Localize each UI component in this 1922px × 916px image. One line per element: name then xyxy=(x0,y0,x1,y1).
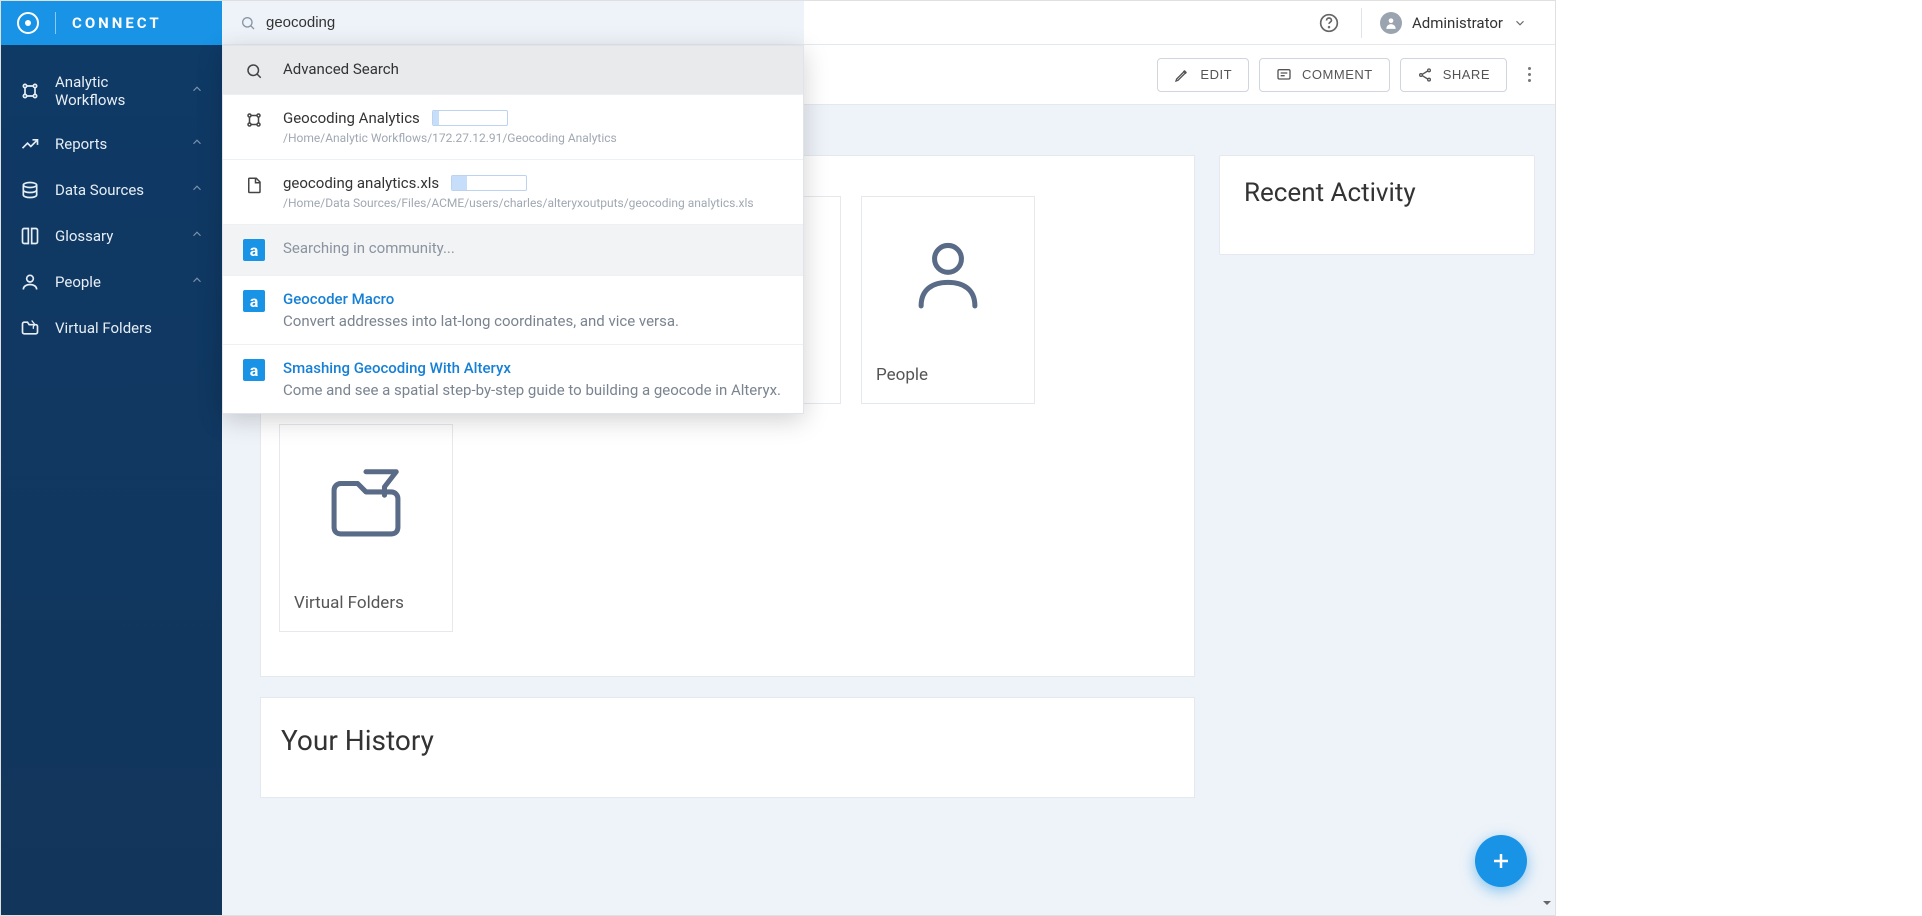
dropdown-item-desc: Convert addresses into lat-long coordina… xyxy=(283,312,783,330)
dropdown-community-result[interactable]: a Smashing Geocoding With Alteryx Come a… xyxy=(223,345,803,413)
dropdown-item-title: Geocoding Analytics xyxy=(283,109,783,127)
recent-activity-title: Recent Activity xyxy=(1244,178,1510,208)
trend-icon xyxy=(19,133,41,155)
help-icon xyxy=(1319,13,1339,33)
pencil-icon xyxy=(1174,67,1190,83)
comment-label: COMMENT xyxy=(1302,67,1373,82)
edit-button[interactable]: EDIT xyxy=(1157,58,1249,92)
comment-button[interactable]: COMMENT xyxy=(1259,58,1390,92)
tile-label: People xyxy=(862,351,1034,403)
dropdown-item-title: Geocoder Macro xyxy=(283,290,783,308)
chevron-up-icon xyxy=(190,273,204,291)
avatar-icon xyxy=(1380,12,1402,34)
sidebar-item-label: People xyxy=(55,273,176,291)
scroll-down-indicator[interactable] xyxy=(1541,894,1553,913)
topbar: Administrator xyxy=(222,1,1555,45)
dropdown-item-title: Advanced Search xyxy=(283,60,783,78)
person-icon xyxy=(19,271,41,293)
sidebar-item-label: Virtual Folders xyxy=(55,319,204,337)
dropdown-community-result[interactable]: a Geocoder Macro Convert addresses into … xyxy=(223,276,803,345)
person-icon xyxy=(862,197,1034,351)
sidebar-item-label: Reports xyxy=(55,135,176,153)
search-field[interactable] xyxy=(222,1,804,44)
history-panel: Your History xyxy=(260,697,1195,798)
dropdown-advanced-search[interactable]: Advanced Search xyxy=(223,46,803,95)
dropdown-item-path: /Home/Data Sources/Files/ACME/users/char… xyxy=(283,196,783,210)
share-icon xyxy=(1417,67,1433,83)
search-input[interactable] xyxy=(266,14,786,31)
chevron-down-icon xyxy=(1513,16,1527,30)
dropdown-result[interactable]: Geocoding Analytics /Home/Analytic Workf… xyxy=(223,95,803,160)
book-icon xyxy=(19,225,41,247)
sidebar-item-label: Analytic Workflows xyxy=(55,73,176,109)
workflow-icon xyxy=(243,109,265,129)
add-fab[interactable] xyxy=(1475,835,1527,887)
community-icon: a xyxy=(243,290,265,312)
help-button[interactable] xyxy=(1311,13,1347,33)
sidebar-item-analytic-workflows[interactable]: Analytic Workflows xyxy=(1,61,222,121)
community-icon: a xyxy=(243,359,265,381)
share-label: SHARE xyxy=(1443,67,1490,82)
sidebar-item-label: Glossary xyxy=(55,227,176,245)
user-name: Administrator xyxy=(1412,14,1503,32)
chevron-up-icon xyxy=(190,82,204,100)
main-area: Administrator EDIT COMMENT SHARE xyxy=(222,1,1555,915)
workflow-icon xyxy=(19,80,41,102)
tile-people[interactable]: People xyxy=(861,196,1035,404)
progress-bar xyxy=(451,175,527,191)
dropdown-item-title: Smashing Geocoding With Alteryx xyxy=(283,359,783,377)
dropdown-result[interactable]: geocoding analytics.xls /Home/Data Sourc… xyxy=(223,160,803,225)
sidebar-item-reports[interactable]: Reports xyxy=(1,121,222,167)
search-dropdown: Advanced Search Geocoding Analytics /Hom… xyxy=(222,45,804,414)
search-icon xyxy=(240,15,256,31)
sidebar-item-label: Data Sources xyxy=(55,181,176,199)
sidebar: CONNECT Analytic Workflows Reports Data … xyxy=(1,1,222,915)
comment-icon xyxy=(1276,67,1292,83)
user-menu[interactable]: Administrator xyxy=(1362,12,1545,34)
chevron-up-icon xyxy=(190,181,204,199)
edit-label: EDIT xyxy=(1200,67,1232,82)
progress-bar xyxy=(432,110,508,126)
community-icon: a xyxy=(243,239,265,261)
dropdown-community-label: Searching in community... xyxy=(283,239,783,257)
brand-text: CONNECT xyxy=(72,14,162,32)
database-icon xyxy=(19,179,41,201)
brand-logo-icon xyxy=(17,12,39,34)
folder-filter-icon xyxy=(280,425,452,579)
history-title: Your History xyxy=(281,724,1174,757)
more-menu[interactable] xyxy=(1517,61,1541,88)
file-icon xyxy=(243,174,265,194)
share-button[interactable]: SHARE xyxy=(1400,58,1507,92)
sidebar-nav: Analytic Workflows Reports Data Sources … xyxy=(1,45,222,367)
dropdown-item-path: /Home/Analytic Workflows/172.27.12.91/Ge… xyxy=(283,131,783,145)
tile-label: Virtual Folders xyxy=(280,579,452,631)
sidebar-item-virtual-folders[interactable]: Virtual Folders xyxy=(1,305,222,351)
brand-bar[interactable]: CONNECT xyxy=(1,1,222,45)
search-icon xyxy=(243,60,265,80)
dropdown-item-desc: Come and see a spatial step-by-step guid… xyxy=(283,381,783,399)
chevron-up-icon xyxy=(190,227,204,245)
sidebar-item-data-sources[interactable]: Data Sources xyxy=(1,167,222,213)
chevron-up-icon xyxy=(190,135,204,153)
dropdown-item-title: geocoding analytics.xls xyxy=(283,174,783,192)
sidebar-item-people[interactable]: People xyxy=(1,259,222,305)
sidebar-item-glossary[interactable]: Glossary xyxy=(1,213,222,259)
folder-filter-icon xyxy=(19,317,41,339)
tile-virtual-folders[interactable]: Virtual Folders xyxy=(279,424,453,632)
plus-icon xyxy=(1489,849,1513,873)
dropdown-community-header: a Searching in community... xyxy=(223,225,803,276)
recent-activity-panel: Recent Activity xyxy=(1219,155,1535,255)
